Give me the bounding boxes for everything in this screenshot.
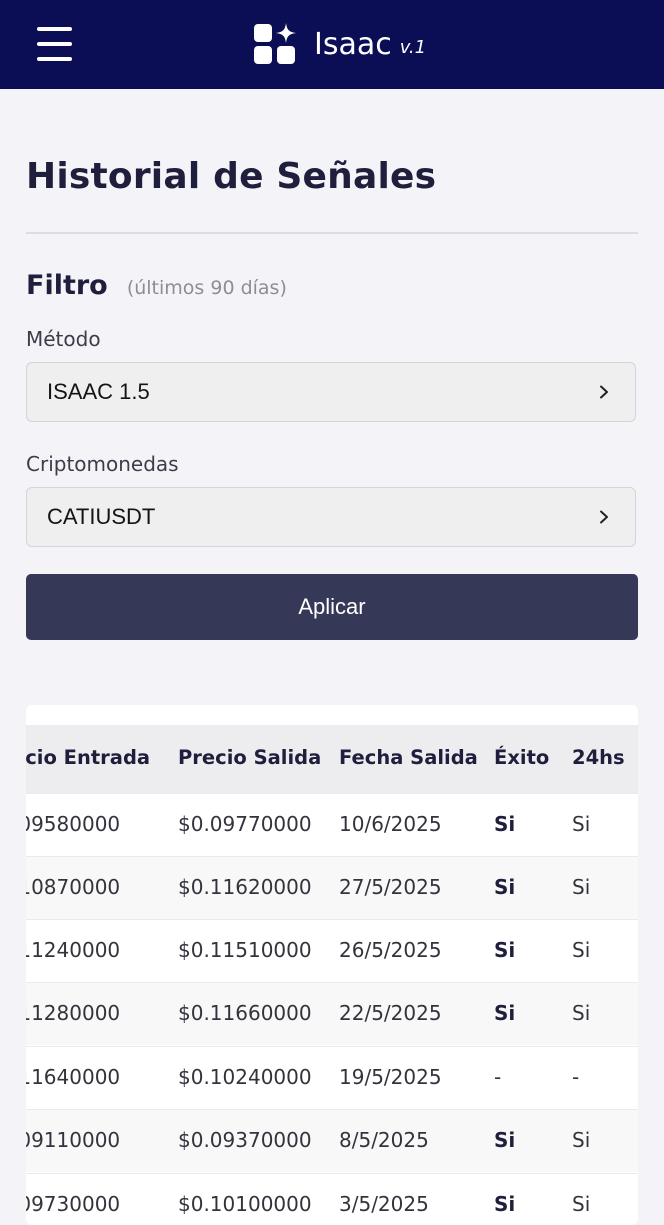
crypto-value: CATIUSDT: [47, 504, 156, 529]
success-cell: -: [494, 1065, 502, 1089]
filter-heading: Filtro (últimos 90 días): [26, 270, 287, 301]
exit-price-cell: $0.11510000: [178, 938, 312, 962]
exit-date-cell: 22/5/2025: [339, 1001, 442, 1025]
col-header-entry-price: ecio Entrada: [26, 746, 151, 769]
col-header-24hs: 24hs: [572, 746, 625, 769]
entry-price-cell: .11280000: [26, 1001, 121, 1025]
table-row: .11280000 $0.11660000 22/5/2025 Si Si: [26, 982, 638, 1045]
chevron-right-icon: [600, 385, 608, 399]
method-value: ISAAC 1.5: [47, 379, 150, 404]
table-top-strip: [26, 705, 638, 725]
chevron-right-icon: [600, 510, 608, 524]
exit-price-cell: $0.10240000: [178, 1065, 312, 1089]
app-name: Isaac: [314, 26, 392, 62]
24hs-cell: Si: [572, 1192, 591, 1216]
success-cell: Si: [494, 1001, 516, 1025]
signals-table[interactable]: ecio Entrada Precio Salida Fecha Salida …: [26, 705, 638, 1225]
hamburger-icon[interactable]: [37, 27, 72, 61]
crypto-select[interactable]: CATIUSDT: [26, 487, 636, 547]
success-cell: Si: [494, 938, 516, 962]
table-row: .09730000 $0.10100000 3/5/2025 Si Si: [26, 1173, 638, 1225]
success-cell: Si: [494, 875, 516, 899]
exit-price-cell: $0.10100000: [178, 1192, 312, 1216]
24hs-cell: Si: [572, 938, 591, 962]
divider: [26, 232, 638, 234]
top-app-bar: Isaac v.1: [0, 0, 664, 89]
success-cell: Si: [494, 1192, 516, 1216]
method-select[interactable]: ISAAC 1.5: [26, 362, 636, 422]
method-label: Método: [26, 327, 101, 351]
exit-price-cell: $0.11620000: [178, 875, 312, 899]
24hs-cell: -: [572, 1065, 580, 1089]
exit-date-cell: 19/5/2025: [339, 1065, 442, 1089]
table-row: .11640000 $0.10240000 19/5/2025 - -: [26, 1046, 638, 1109]
table-row: .09580000 $0.09770000 10/6/2025 Si Si: [26, 793, 638, 856]
filter-title: Filtro: [26, 270, 108, 301]
success-cell: Si: [494, 1128, 516, 1152]
exit-price-cell: $0.11660000: [178, 1001, 312, 1025]
page-title: Historial de Señales: [26, 156, 437, 197]
col-header-exit-date: Fecha Salida: [339, 746, 478, 769]
entry-price-cell: .11640000: [26, 1065, 121, 1089]
table-row: .10870000 $0.11620000 27/5/2025 Si Si: [26, 856, 638, 919]
filter-note: (últimos 90 días): [126, 277, 287, 299]
crypto-label: Criptomonedas: [26, 452, 179, 476]
col-header-success: Éxito: [494, 746, 550, 769]
entry-price-cell: .09580000: [26, 812, 121, 836]
exit-date-cell: 10/6/2025: [339, 812, 442, 836]
exit-date-cell: 8/5/2025: [339, 1128, 429, 1152]
apps-sparkle-icon: [254, 23, 296, 64]
entry-price-cell: .10870000: [26, 875, 121, 899]
table-row: .11240000 $0.11510000 26/5/2025 Si Si: [26, 919, 638, 982]
24hs-cell: Si: [572, 875, 591, 899]
exit-date-cell: 26/5/2025: [339, 938, 442, 962]
24hs-cell: Si: [572, 812, 591, 836]
exit-price-cell: $0.09370000: [178, 1128, 312, 1152]
exit-date-cell: 27/5/2025: [339, 875, 442, 899]
apply-button[interactable]: Aplicar: [26, 574, 638, 640]
entry-price-cell: .09730000: [26, 1192, 121, 1216]
24hs-cell: Si: [572, 1128, 591, 1152]
entry-price-cell: .09110000: [26, 1128, 121, 1152]
exit-price-cell: $0.09770000: [178, 812, 312, 836]
table-row: .09110000 $0.09370000 8/5/2025 Si Si: [26, 1109, 638, 1172]
table-header-row: ecio Entrada Precio Salida Fecha Salida …: [26, 725, 638, 793]
entry-price-cell: .11240000: [26, 938, 121, 962]
col-header-exit-price: Precio Salida: [178, 746, 322, 769]
brand: Isaac v.1: [253, 22, 426, 66]
app-version: v.1: [399, 36, 427, 58]
success-cell: Si: [494, 812, 516, 836]
24hs-cell: Si: [572, 1001, 591, 1025]
exit-date-cell: 3/5/2025: [339, 1192, 429, 1216]
